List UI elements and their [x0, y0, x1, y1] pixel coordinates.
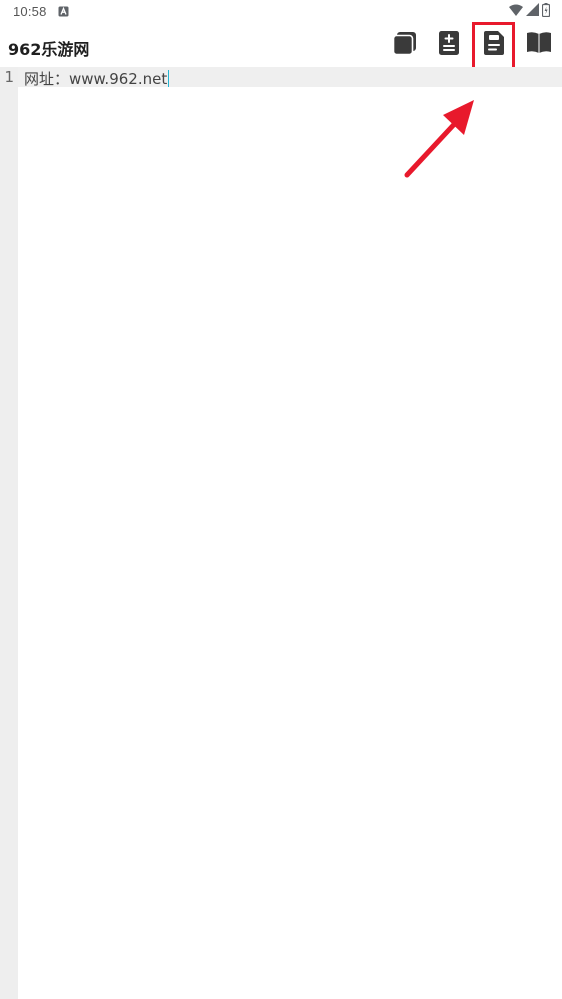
status-icons [509, 2, 551, 20]
copy-icon [392, 30, 418, 61]
book-button[interactable] [523, 29, 555, 61]
annotation-arrow [404, 100, 474, 178]
screen: 10:58 962乐游网 1 网址：www.962.net [0, 0, 562, 999]
add-document-button[interactable] [433, 29, 465, 61]
line-number-gutter [0, 67, 18, 999]
editor-line-text[interactable]: 网址：www.962.net [24, 68, 170, 89]
text-cursor [168, 70, 170, 87]
add-document-icon [438, 30, 460, 61]
wifi-icon [509, 4, 523, 19]
line-number: 1 [4, 68, 14, 86]
signal-icon [526, 3, 539, 19]
text-editor[interactable]: 1 网址：www.962.net [0, 67, 562, 999]
status-time: 10:58 [13, 4, 47, 19]
notification-a-icon [58, 5, 69, 17]
status-bar: 10:58 [0, 0, 562, 24]
copy-button[interactable] [389, 29, 421, 61]
battery-icon [541, 2, 551, 20]
app-title: 962乐游网 [8, 40, 90, 59]
arrow-shaft [404, 115, 463, 178]
book-icon [526, 31, 552, 60]
editor-line-content: 网址：www.962.net [24, 70, 168, 88]
